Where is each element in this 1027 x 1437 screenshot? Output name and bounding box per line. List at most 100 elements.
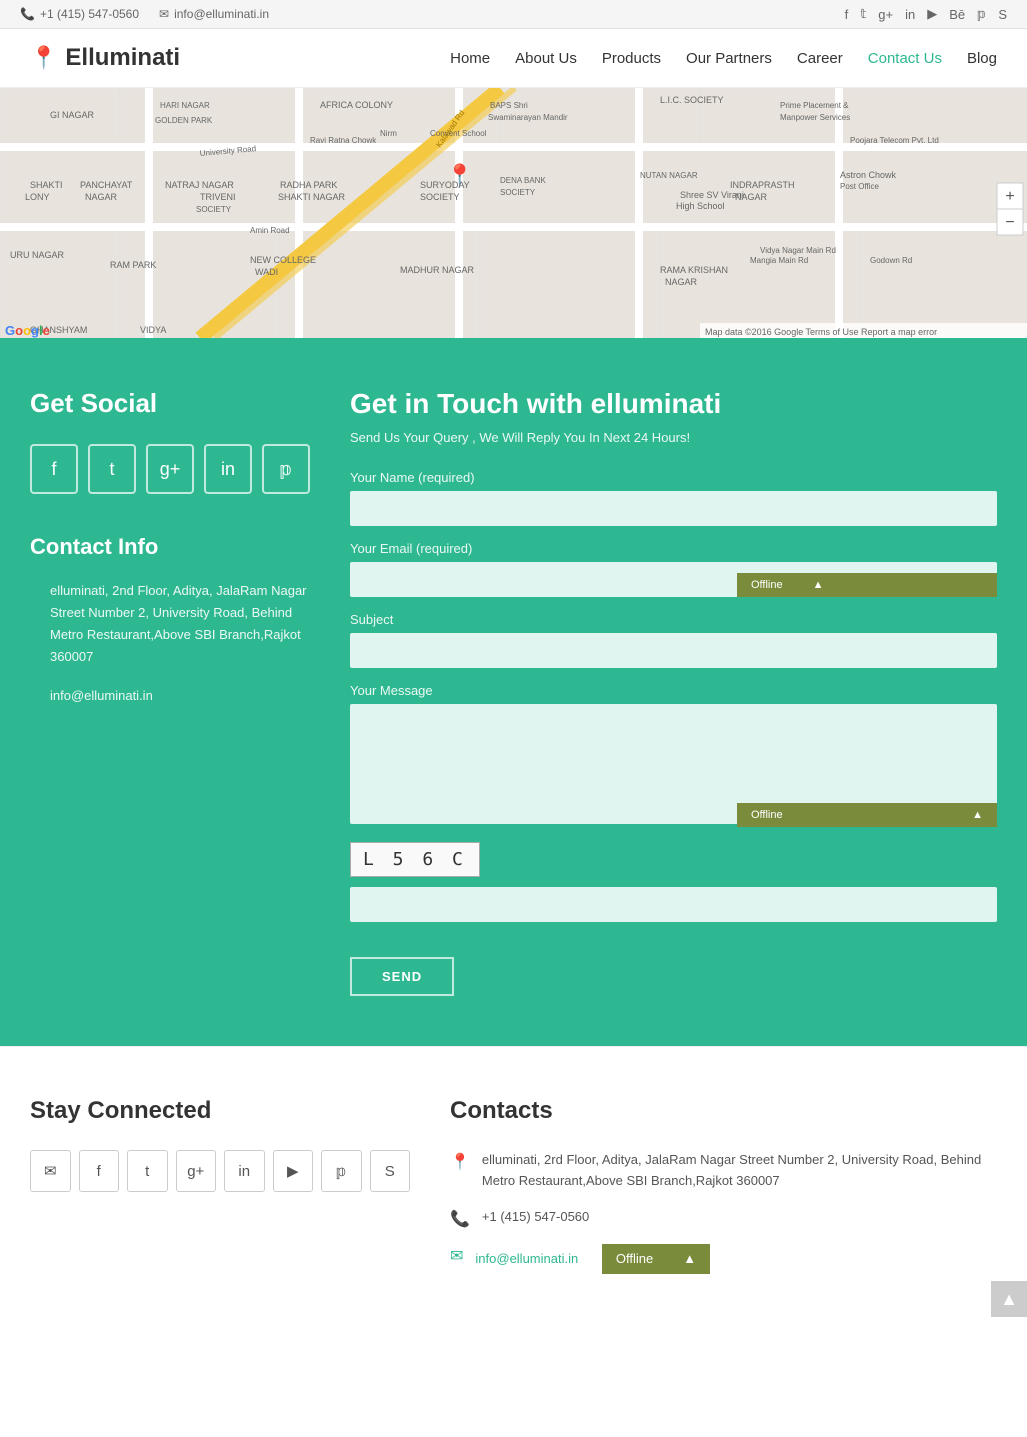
svg-text:URU NAGAR: URU NAGAR: [10, 250, 65, 260]
nav-products[interactable]: Products: [602, 50, 661, 67]
footer-linkedin-btn[interactable]: in: [224, 1150, 265, 1192]
footer-right: Contacts 📍 elluminati, 2rd Floor, Aditya…: [450, 1097, 997, 1289]
svg-text:Prime Placement &: Prime Placement &: [780, 101, 849, 110]
message-label: Your Message: [350, 683, 997, 698]
svg-text:RADHA PARK: RADHA PARK: [280, 180, 337, 190]
send-button[interactable]: SEND: [350, 957, 454, 996]
svg-text:Manpower Services: Manpower Services: [780, 113, 850, 122]
facebook-btn[interactable]: f: [30, 444, 78, 494]
footer-facebook-btn[interactable]: f: [79, 1150, 120, 1192]
svg-text:Poojara Telecom Pvt. Ltd: Poojara Telecom Pvt. Ltd: [850, 136, 939, 145]
linkedin-btn[interactable]: in: [204, 444, 252, 494]
footer-googleplus-btn[interactable]: g+: [176, 1150, 217, 1192]
nav-home[interactable]: Home: [450, 50, 490, 67]
svg-text:+: +: [1005, 188, 1014, 205]
svg-text:Astron Chowk: Astron Chowk: [840, 170, 897, 180]
svg-text:SURYODAY: SURYODAY: [420, 180, 470, 190]
footer-left: Stay Connected ✉ f t g+ in ▶ 𝕡 S: [30, 1097, 410, 1289]
footer-email-text: info@elluminati.in Offline ▲: [475, 1244, 710, 1275]
svg-text:MADHUR NAGAR: MADHUR NAGAR: [400, 265, 475, 275]
header: 📍 Elluminati Home About Us Products Our …: [0, 29, 1027, 88]
svg-text:NAGAR: NAGAR: [85, 192, 118, 202]
twitter-top-link[interactable]: 𝕥: [860, 6, 866, 22]
stay-connected-title: Stay Connected: [30, 1097, 410, 1125]
logo-icon: 📍: [30, 45, 57, 71]
chevron-up-icon-footer: ▲: [683, 1249, 696, 1270]
svg-text:RAMA KRISHAN: RAMA KRISHAN: [660, 265, 728, 275]
form-title: Get in Touch with elluminati: [350, 388, 997, 420]
contact-info-title: Contact Info: [30, 534, 310, 560]
svg-text:VIDYA: VIDYA: [140, 325, 166, 335]
linkedin-top-link[interactable]: in: [905, 7, 915, 22]
contact-email: info@elluminati.in: [50, 688, 310, 703]
main-nav: Home About Us Products Our Partners Care…: [450, 50, 997, 67]
svg-text:NEW COLLEGE: NEW COLLEGE: [250, 255, 316, 265]
top-email: info@elluminati.in: [174, 7, 269, 21]
pinterest-top-link[interactable]: 𝕡: [977, 6, 986, 22]
youtube-top-link[interactable]: ▶: [927, 6, 937, 22]
captcha-group: L 5 6 C: [350, 842, 997, 942]
top-bar-left: 📞 +1 (415) 547-0560 ✉ info@elluminati.in: [20, 7, 269, 21]
chevron-up-icon-email: ▲: [813, 579, 824, 591]
footer-email-link[interactable]: info@elluminati.in: [475, 1251, 578, 1266]
nav-contact[interactable]: Contact Us: [868, 50, 942, 67]
map-svg: 📍 GI NAGAR HARI NAGAR GOLDEN PARK AFRICA…: [0, 88, 1027, 338]
back-to-top-button[interactable]: ▲: [991, 1281, 1027, 1317]
message-group: Your Message Offline ▲: [350, 683, 997, 827]
svg-text:Swaminarayan Mandir: Swaminarayan Mandir: [488, 113, 568, 122]
footer-twitter-btn[interactable]: t: [127, 1150, 168, 1192]
svg-text:INDRAPRASTH: INDRAPRASTH: [730, 180, 795, 190]
googleplus-top-link[interactable]: g+: [878, 7, 893, 22]
phone-info: 📞 +1 (415) 547-0560: [20, 7, 139, 21]
svg-text:High School: High School: [676, 201, 725, 211]
offline-label-message: Offline: [751, 809, 783, 821]
svg-text:SOCIETY: SOCIETY: [500, 188, 536, 197]
contact-address: elluminati, 2nd Floor, Aditya, JalaRam N…: [50, 580, 310, 668]
twitter-btn[interactable]: t: [88, 444, 136, 494]
facebook-top-link[interactable]: f: [845, 7, 849, 22]
captcha-display: L 5 6 C: [350, 842, 480, 877]
subject-label: Subject: [350, 612, 997, 627]
nav-about[interactable]: About Us: [515, 50, 577, 67]
nav-blog[interactable]: Blog: [967, 50, 997, 67]
offline-widget-message[interactable]: Offline ▲: [737, 803, 997, 827]
googleplus-btn[interactable]: g+: [146, 444, 194, 494]
svg-text:Amin Road: Amin Road: [250, 226, 290, 235]
svg-text:NATRAJ NAGAR: NATRAJ NAGAR: [165, 180, 234, 190]
skype-top-link[interactable]: S: [998, 7, 1007, 22]
svg-text:RAM PARK: RAM PARK: [110, 260, 156, 270]
footer-address-text: elluminati, 2rd Floor, Aditya, JalaRam N…: [482, 1150, 997, 1192]
behance-top-link[interactable]: Bē: [949, 7, 965, 22]
svg-text:SOCIETY: SOCIETY: [420, 192, 460, 202]
contact-form: Your Name (required) Your Email (require…: [350, 470, 997, 996]
offline-widget-email[interactable]: Offline ▲: [737, 573, 997, 597]
nav-partners[interactable]: Our Partners: [686, 50, 772, 67]
svg-text:Nirm: Nirm: [380, 129, 397, 138]
email-input-wrapper: Offline ▲: [350, 562, 997, 597]
footer-youtube-btn[interactable]: ▶: [273, 1150, 314, 1192]
svg-text:NUTAN NAGAR: NUTAN NAGAR: [640, 171, 698, 180]
svg-text:SHAKTI: SHAKTI: [30, 180, 63, 190]
footer-pinterest-btn[interactable]: 𝕡: [321, 1150, 362, 1192]
get-social-title: Get Social: [30, 388, 310, 419]
captcha-input[interactable]: [350, 887, 997, 922]
svg-text:−: −: [1005, 214, 1014, 231]
svg-text:NAGAR: NAGAR: [735, 192, 768, 202]
logo[interactable]: 📍 Elluminati: [30, 44, 180, 72]
email-footer-icon: ✉: [450, 1246, 463, 1266]
social-icons-row: f t g+ in 𝕡: [30, 444, 310, 494]
svg-text:LONY: LONY: [25, 192, 50, 202]
offline-widget-footer[interactable]: Offline ▲: [602, 1244, 710, 1275]
offline-label-email: Offline: [751, 579, 783, 591]
svg-text:Vidya Nagar Main Rd: Vidya Nagar Main Rd: [760, 246, 836, 255]
subject-input[interactable]: [350, 633, 997, 668]
pinterest-btn[interactable]: 𝕡: [262, 444, 310, 494]
footer-email-btn[interactable]: ✉: [30, 1150, 71, 1192]
name-input[interactable]: [350, 491, 997, 526]
location-icon: 📍: [450, 1152, 470, 1172]
nav-career[interactable]: Career: [797, 50, 843, 67]
footer-skype-btn[interactable]: S: [370, 1150, 411, 1192]
left-column: Get Social f t g+ in 𝕡 Contact Info ellu…: [30, 388, 310, 996]
svg-text:SOCIETY: SOCIETY: [196, 205, 232, 214]
phone-number: +1 (415) 547-0560: [40, 7, 139, 21]
